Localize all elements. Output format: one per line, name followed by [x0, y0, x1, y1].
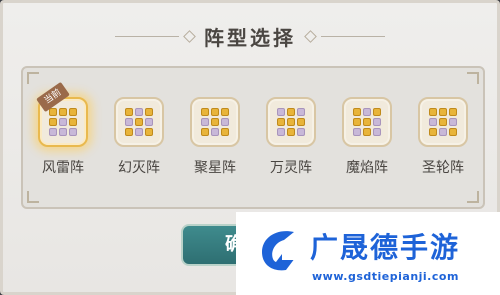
formation-option[interactable]: 当前 风雷阵 — [31, 81, 95, 177]
unit-slot-empty — [59, 128, 67, 136]
unit-slot-empty — [49, 128, 57, 136]
unit-slot-filled — [429, 108, 437, 116]
title-divider-right — [321, 35, 385, 37]
unit-slot-empty — [135, 108, 143, 116]
formation-grid-icon — [277, 108, 305, 136]
formation-name: 风雷阵 — [42, 160, 84, 176]
unit-slot-filled — [201, 108, 209, 116]
unit-slot-empty — [145, 118, 153, 126]
formation-tile[interactable] — [418, 97, 468, 147]
unit-slot-filled — [449, 128, 457, 136]
site-logo-icon — [262, 231, 298, 271]
unit-slot-filled — [287, 128, 295, 136]
unit-slot-filled — [363, 128, 371, 136]
watermark-url: www.gsdtiepianji.com — [312, 270, 459, 283]
unit-slot-filled — [145, 108, 153, 116]
unit-slot-filled — [363, 118, 371, 126]
formation-name: 万灵阵 — [270, 160, 312, 176]
unit-slot-filled — [69, 108, 77, 116]
panel-corner — [467, 72, 479, 84]
formation-name: 幻灭阵 — [118, 160, 160, 176]
unit-slot-filled — [221, 128, 229, 136]
formation-name: 聚星阵 — [194, 160, 236, 176]
formation-tile[interactable]: 当前 — [36, 81, 88, 147]
unit-slot-empty — [429, 118, 437, 126]
unit-slot-filled — [49, 108, 57, 116]
unit-slot-filled — [277, 118, 285, 126]
unit-slot-filled — [69, 118, 77, 126]
formation-option[interactable]: 幻灭阵 — [107, 97, 171, 177]
unit-slot-filled — [211, 108, 219, 116]
formation-grid-icon — [201, 108, 229, 136]
formation-grid-icon — [429, 108, 457, 136]
formation-grid-icon — [49, 108, 77, 136]
title-divider-left — [115, 35, 179, 37]
unit-slot-empty — [297, 108, 305, 116]
unit-slot-empty — [69, 128, 77, 136]
formation-tile[interactable] — [114, 97, 164, 147]
title-ornament-right — [304, 29, 317, 43]
title-ornament-left — [183, 29, 196, 43]
formation-option[interactable]: 魔焰阵 — [335, 97, 399, 177]
unit-slot-filled — [135, 118, 143, 126]
unit-slot-empty — [439, 128, 447, 136]
formation-tile[interactable] — [342, 97, 392, 147]
unit-slot-filled — [287, 108, 295, 116]
unit-slot-filled — [211, 118, 219, 126]
formation-grid-icon — [125, 108, 153, 136]
unit-slot-empty — [201, 118, 209, 126]
unit-slot-empty — [135, 128, 143, 136]
unit-slot-filled — [353, 108, 361, 116]
unit-slot-filled — [221, 108, 229, 116]
unit-slot-filled — [49, 118, 57, 126]
unit-slot-filled — [287, 118, 295, 126]
unit-slot-filled — [59, 108, 67, 116]
unit-slot-filled — [125, 108, 133, 116]
unit-slot-filled — [373, 108, 381, 116]
unit-slot-empty — [59, 118, 67, 126]
unit-slot-empty — [277, 108, 285, 116]
formation-tile[interactable] — [190, 97, 240, 147]
unit-slot-filled — [449, 108, 457, 116]
watermark-title: 广晟德手游 — [310, 231, 461, 264]
watermark-overlay: 广晟德手游 www.gsdtiepianji.com — [236, 212, 500, 295]
dialog-title: 阵型选择 — [204, 25, 296, 50]
panel-corner — [27, 191, 39, 203]
formation-name: 魔焰阵 — [346, 160, 388, 176]
panel-corner — [467, 191, 479, 203]
unit-slot-empty — [277, 128, 285, 136]
unit-slot-empty — [125, 118, 133, 126]
unit-slot-filled — [439, 118, 447, 126]
formation-option[interactable]: 圣轮阵 — [411, 97, 475, 177]
unit-slot-empty — [373, 118, 381, 126]
unit-slot-filled — [429, 128, 437, 136]
unit-slot-empty — [353, 128, 361, 136]
formation-tile[interactable] — [266, 97, 316, 147]
formation-option[interactable]: 聚星阵 — [183, 97, 247, 177]
title-bar: 阵型选择 — [3, 19, 497, 53]
unit-slot-empty — [211, 128, 219, 136]
unit-slot-filled — [297, 118, 305, 126]
unit-slot-filled — [145, 128, 153, 136]
unit-slot-empty — [373, 128, 381, 136]
unit-slot-empty — [221, 118, 229, 126]
unit-slot-filled — [439, 108, 447, 116]
unit-slot-filled — [201, 128, 209, 136]
unit-slot-filled — [353, 118, 361, 126]
formation-option[interactable]: 万灵阵 — [259, 97, 323, 177]
unit-slot-empty — [449, 118, 457, 126]
formation-grid-icon — [353, 108, 381, 136]
panel-corner — [27, 72, 39, 84]
formation-name: 圣轮阵 — [422, 160, 464, 176]
unit-slot-empty — [297, 128, 305, 136]
unit-slot-filled — [125, 128, 133, 136]
unit-slot-empty — [363, 108, 371, 116]
